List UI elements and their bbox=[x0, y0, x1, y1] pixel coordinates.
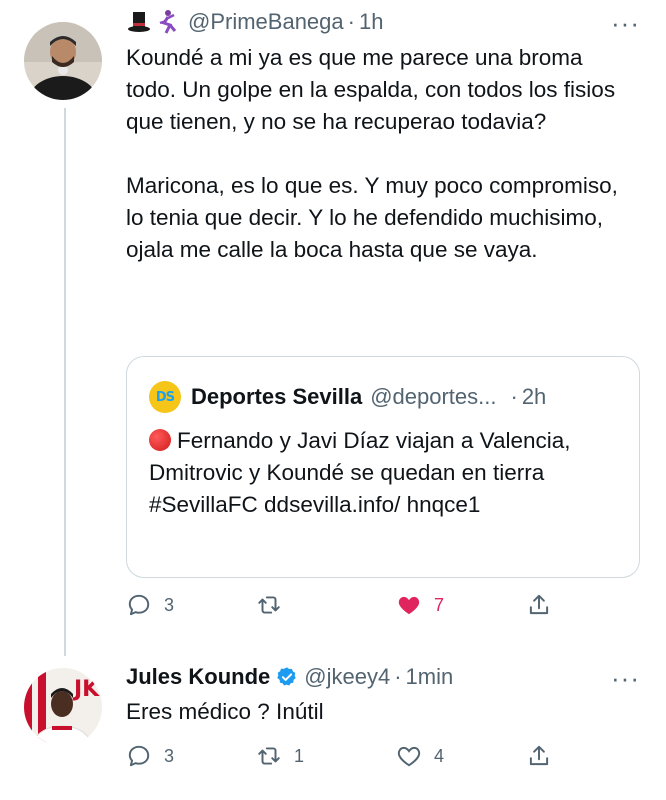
like-count: 7 bbox=[434, 594, 445, 615]
heart-filled-icon bbox=[398, 596, 420, 615]
reply-count: 3 bbox=[164, 594, 175, 615]
share-button[interactable] bbox=[526, 743, 552, 769]
quoted-tweet-header: DS Deportes Sevilla @deportes... · 2h bbox=[149, 381, 546, 413]
reply-button[interactable]: 3 bbox=[126, 592, 174, 618]
tweet-text: Koundé a mi ya es que me parece una brom… bbox=[126, 42, 631, 266]
avatar[interactable] bbox=[24, 22, 102, 100]
quoted-avatar-logo: DS bbox=[149, 381, 181, 413]
avatar[interactable]: JK bbox=[24, 668, 102, 746]
reply-icon bbox=[128, 745, 150, 767]
tweet-actions: 3 1 4 bbox=[126, 743, 626, 773]
quoted-handle[interactable]: @deportes... bbox=[370, 384, 496, 410]
like-button[interactable]: 4 bbox=[396, 743, 444, 769]
share-icon bbox=[529, 745, 549, 766]
like-button[interactable]: 7 bbox=[396, 592, 444, 618]
separator-dot: · bbox=[347, 9, 355, 34]
quoted-display-name[interactable]: Deportes Sevilla bbox=[191, 384, 362, 410]
more-options-icon[interactable]: ··· bbox=[611, 8, 640, 39]
tweet-header: Jules Kounde @jkeey4 · 1min bbox=[126, 664, 453, 690]
tweet-header: @PrimeBanega · 1h bbox=[126, 8, 383, 36]
quoted-timestamp[interactable]: 2h bbox=[522, 384, 546, 410]
verified-badge-icon bbox=[276, 666, 298, 688]
share-button[interactable] bbox=[526, 592, 552, 618]
reply-icon bbox=[128, 594, 150, 616]
separator-dot: · bbox=[510, 384, 518, 409]
tweet-actions: 3 7 bbox=[126, 592, 626, 622]
more-options-icon[interactable]: ··· bbox=[611, 663, 640, 694]
quoted-tweet[interactable]: DS Deportes Sevilla @deportes... · 2h Fe… bbox=[126, 356, 640, 578]
dancer-icon bbox=[159, 10, 177, 34]
top-hat-icon bbox=[128, 12, 150, 32]
retweet-button[interactable]: 1 bbox=[256, 743, 304, 769]
display-name[interactable]: Jules Kounde bbox=[126, 664, 270, 690]
tweet-jules-kounde[interactable]: JK Jules Kounde @jkeey4 · 1min ··· Eres … bbox=[0, 656, 666, 800]
tweet-text: Eres médico ? Inútil bbox=[126, 699, 324, 724]
handle[interactable]: @jkeey4 bbox=[304, 664, 390, 690]
reply-count: 3 bbox=[164, 745, 175, 766]
retweet-icon bbox=[258, 747, 280, 765]
heart-outline-icon bbox=[397, 746, 421, 767]
tweet-paragraph: Maricona, es lo que es. Y muy poco compr… bbox=[126, 173, 618, 262]
display-name-emojis bbox=[126, 9, 180, 35]
handle[interactable]: @PrimeBanega bbox=[188, 9, 344, 35]
red-circle-icon bbox=[149, 429, 171, 451]
retweet-button[interactable] bbox=[256, 592, 294, 618]
reply-button[interactable]: 3 bbox=[126, 743, 174, 769]
svg-text:JK: JK bbox=[72, 677, 100, 702]
quoted-tweet-text: Fernando y Javi Díaz viajan a Valencia, … bbox=[149, 425, 619, 521]
timestamp[interactable]: 1min bbox=[406, 664, 454, 690]
retweet-count: 1 bbox=[294, 745, 305, 766]
share-icon bbox=[529, 594, 549, 615]
tweet-paragraph: Koundé a mi ya es que me parece una brom… bbox=[126, 45, 616, 134]
like-count: 4 bbox=[434, 745, 445, 766]
quoted-text-content: Fernando y Javi Díaz viajan a Valencia, … bbox=[149, 428, 571, 517]
separator-dot: · bbox=[394, 664, 402, 689]
retweet-icon bbox=[258, 596, 280, 614]
tweet-primebanega[interactable]: @PrimeBanega · 1h ··· Koundé a mi ya es … bbox=[0, 0, 666, 656]
timestamp[interactable]: 1h bbox=[359, 9, 383, 35]
